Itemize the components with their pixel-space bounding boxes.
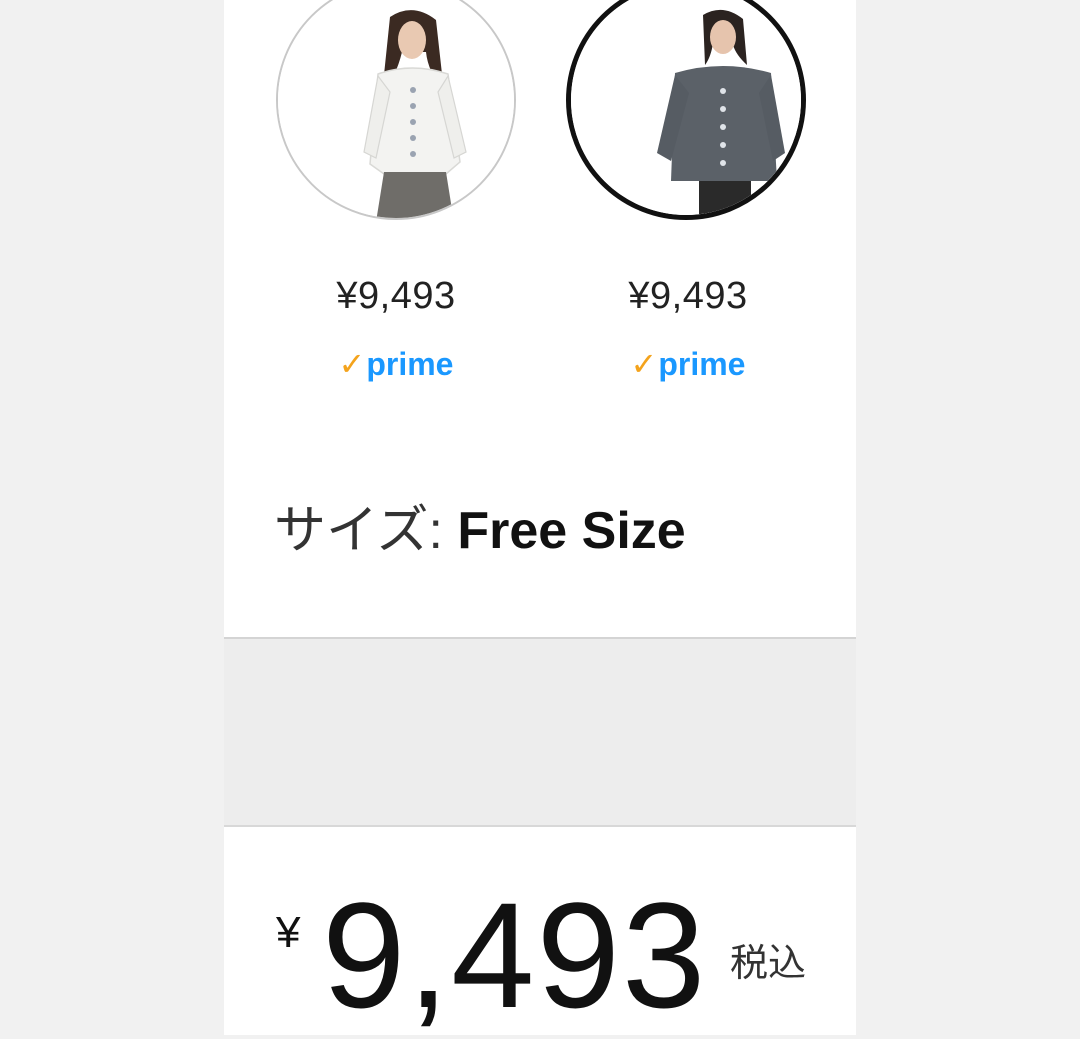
prime-badge: ✓prime [266,345,526,383]
model-gray-cardigan-image [571,0,801,215]
size-selector[interactable]: サイズ: Free Size [274,488,686,563]
product-panel: ¥9,493 ✓prime ¥9,493 ✓prime サイズ: Free Si… [224,0,856,1035]
price-amount: 9,493 [322,871,708,1039]
prime-check-icon: ✓ [338,346,366,382]
divider [224,825,856,827]
variant-swatch-gray[interactable] [566,0,806,220]
prime-label: prime [658,346,746,382]
separator-band [224,639,856,825]
prime-badge: ✓prime [558,345,818,383]
prime-check-icon: ✓ [630,346,658,382]
model-white-cardigan-image [278,0,514,218]
size-label: サイズ: [274,502,458,560]
variant-price: ¥9,493 [628,275,748,317]
variant-swatch-white[interactable] [276,0,516,220]
currency-symbol: ¥ [276,908,301,957]
tax-included-label: 税込 [730,943,807,985]
variant-price: ¥9,493 [336,275,456,317]
prime-label: prime [366,346,454,382]
size-value: Free Size [457,502,686,560]
